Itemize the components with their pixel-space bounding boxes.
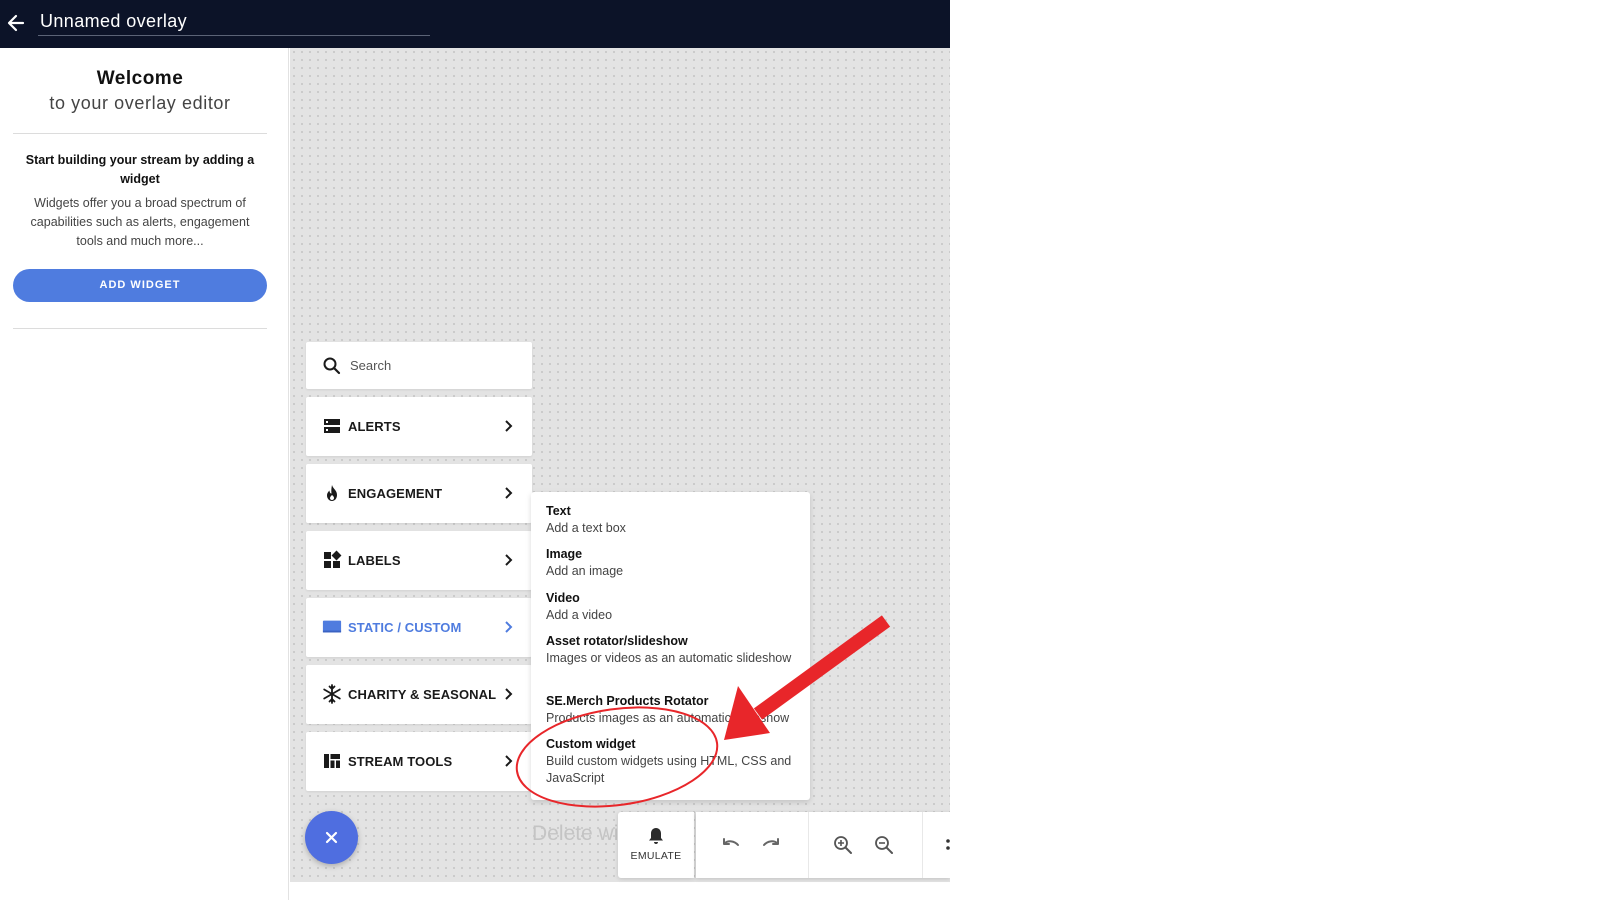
submenu-item-asset-rotator[interactable]: Asset rotator/slideshow Images or videos… (546, 633, 801, 667)
top-bar: Unnamed overlay (0, 0, 950, 48)
category-labels[interactable]: LABELS (306, 531, 532, 590)
category-label: STREAM TOOLS (348, 754, 453, 769)
close-icon (325, 831, 338, 844)
submenu-item-description: Build custom widgets using HTML, CSS and… (546, 754, 792, 785)
monitor-icon (322, 620, 342, 633)
zoom-in-icon[interactable] (832, 834, 854, 856)
flame-icon (327, 485, 337, 501)
close-menu-button[interactable] (305, 811, 358, 864)
submenu-item-title: SE.Merch Products Rotator (546, 694, 709, 708)
welcome-title: Welcome (96, 68, 184, 89)
submenu-item-text[interactable]: Text Add a text box (546, 503, 801, 537)
chevron-right-icon (505, 487, 513, 499)
submenu-item-custom-widget[interactable]: Custom widget Build custom widgets using… (546, 736, 801, 787)
submenu-item-title: Image (546, 547, 583, 561)
submenu-item-video[interactable]: Video Add a video (546, 590, 801, 624)
bell-icon (649, 828, 663, 844)
chevron-right-icon (505, 755, 513, 767)
redo-icon[interactable] (760, 834, 782, 856)
submenu-item-title: Text (546, 504, 571, 518)
toolbar-separator (808, 812, 809, 878)
submenu-item-description: Products images as an automatic slidesho… (546, 711, 790, 725)
submenu-item-description: Add a video (546, 608, 613, 622)
start-description: Widgets offer you a broad spectrum of ca… (30, 196, 250, 248)
submenu-item-merch-rotator[interactable]: SE.Merch Products Rotator Products image… (546, 693, 801, 727)
toolbar-separator (922, 812, 923, 878)
submenu-item-title: Custom widget (546, 737, 636, 751)
snowflake-icon (323, 684, 341, 704)
overlay-editor: Unnamed overlay Welcome to your overlay … (0, 0, 950, 900)
chevron-right-icon (505, 621, 513, 633)
labels-icon (324, 550, 342, 568)
widget-search-field[interactable]: Search (306, 342, 532, 389)
dashboard-icon (324, 754, 340, 768)
emulate-button[interactable]: EMULATE (618, 812, 694, 878)
submenu-item-description: Add an image (546, 564, 624, 578)
submenu-item-title: Video (546, 591, 580, 605)
category-charity-seasonal[interactable]: CHARITY & SEASONAL (306, 665, 532, 724)
category-label: CHARITY & SEASONAL (348, 687, 497, 702)
chevron-right-icon (505, 554, 513, 566)
static-custom-submenu: Text Add a text box Image Add an image V… (531, 492, 810, 800)
alerts-icon (324, 419, 340, 433)
submenu-item-description: Images or videos as an automatic slidesh… (546, 651, 792, 665)
submenu-item-description: Add a text box (546, 521, 626, 535)
category-alerts[interactable]: ALERTS (306, 397, 532, 456)
back-button[interactable] (5, 12, 27, 34)
arrow-left-icon (7, 14, 25, 32)
canvas-footer (290, 882, 950, 900)
submenu-item-title: Asset rotator/slideshow (546, 634, 688, 648)
submenu-item-image[interactable]: Image Add an image (546, 546, 801, 580)
sidebar: Welcome to your overlay editor Start bui… (0, 48, 289, 900)
divider (13, 133, 267, 134)
add-widget-button[interactable]: ADD WIDGET (13, 269, 267, 302)
category-engagement[interactable]: ENGAGEMENT (306, 464, 532, 523)
chevron-right-icon (505, 688, 513, 700)
undo-icon[interactable] (720, 834, 742, 856)
bottom-toolbar (696, 812, 950, 878)
start-heading: Start building your stream by adding a w… (25, 153, 255, 186)
divider (13, 328, 267, 329)
category-label: LABELS (348, 553, 401, 568)
chevron-right-icon (505, 420, 513, 432)
delete-widget-hint: Delete widget (532, 822, 620, 845)
welcome-subtitle: to your overlay editor (49, 93, 231, 113)
emulate-label: EMULATE (630, 850, 682, 862)
more-icon[interactable] (940, 834, 950, 856)
zoom-out-icon[interactable] (873, 834, 895, 856)
category-label: STATIC / CUSTOM (348, 620, 462, 635)
overlay-title-input[interactable]: Unnamed overlay (38, 10, 430, 36)
search-placeholder: Search (350, 358, 392, 373)
category-stream-tools[interactable]: STREAM TOOLS (306, 732, 532, 791)
category-label: ALERTS (348, 419, 401, 434)
category-static-custom[interactable]: STATIC / CUSTOM (306, 598, 532, 657)
search-icon (323, 357, 341, 375)
category-label: ENGAGEMENT (348, 486, 443, 501)
